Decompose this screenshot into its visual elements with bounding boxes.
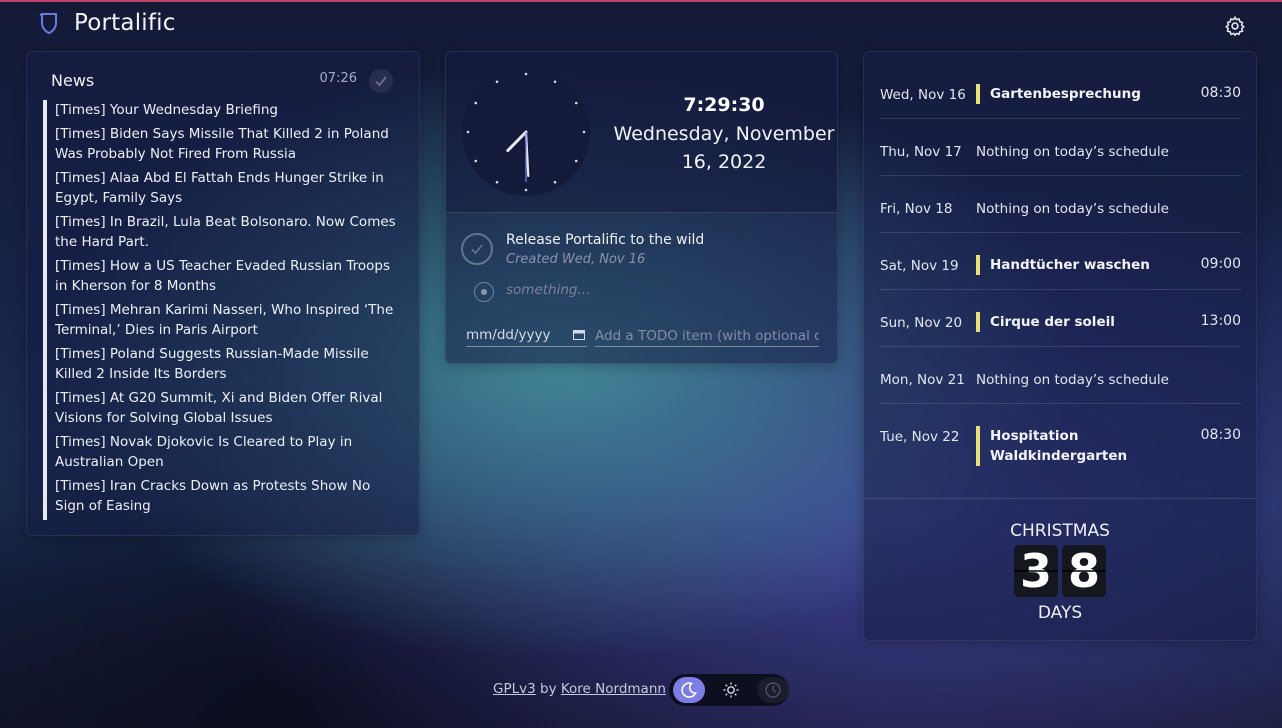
agenda-day: Wed, Nov 16 Gartenbesprechung 08:30 — [880, 62, 1241, 119]
news-item[interactable]: [Times] Your Wednesday Briefing — [55, 100, 399, 120]
agenda-event-time: 09:00 — [1200, 256, 1241, 272]
agenda-day: Tue, Nov 22 Hospitation Waldkindergarten 0… — [880, 404, 1241, 471]
countdown-label: CHRISTMAS — [1010, 521, 1110, 541]
clock-tick — [495, 180, 499, 184]
agenda-list: Wed, Nov 16 Gartenbesprechung 08:30 Thu, No… — [880, 62, 1241, 471]
agenda-day-label: Wed, Nov 16 — [880, 87, 966, 103]
agenda-day: Sun, Nov 20 Cirque der soleil 13:00 — [880, 290, 1241, 347]
clock-tick — [495, 80, 499, 84]
news-item[interactable]: [Times] Iran Cracks Down as Protests Sho… — [55, 476, 399, 516]
clock-tick — [524, 72, 528, 76]
news-item[interactable]: [Times] At G20 Summit, Xi and Biden Offe… — [55, 388, 399, 428]
agenda-day-label: Thu, Nov 17 — [880, 144, 962, 160]
news-title: News — [51, 71, 95, 90]
agenda-day: Mon, Nov 21 Nothing on today’s schedule — [880, 347, 1241, 404]
due-date-input[interactable]: mm/dd/yyyy — [466, 325, 587, 347]
agenda-empty: Nothing on today’s schedule — [976, 144, 1169, 160]
clock-area: 7:29:30 Wednesday, November 16, 2022 — [446, 52, 837, 213]
moon-icon — [681, 682, 697, 698]
clock-icon — [765, 682, 781, 698]
todo-item: Release Portalific to the wild Created W… — [461, 232, 821, 273]
agenda-day-label: Fri, Nov 18 — [880, 201, 953, 217]
shield-logo-icon — [39, 13, 57, 35]
news-item[interactable]: [Times] Biden Says Missile That Killed 2… — [55, 124, 399, 164]
footer-by: by — [540, 681, 557, 697]
countdown-digit-ones: 8 — [1062, 545, 1106, 597]
clock-tick — [474, 101, 478, 105]
todo-created-date: Created Wed, Nov 16 — [506, 252, 646, 267]
agenda-event[interactable]: Hospitation Waldkindergarten — [976, 426, 1176, 466]
todo-text: Release Portalific to the wild — [506, 232, 705, 248]
countdown-digit-tens: 3 — [1014, 545, 1058, 597]
agenda-empty: Nothing on today’s schedule — [976, 372, 1169, 388]
license-link[interactable]: GPLv3 — [493, 681, 536, 697]
agenda-event[interactable]: Cirque der soleil — [976, 312, 1176, 332]
author-link[interactable]: Kore Nordmann — [561, 681, 666, 697]
agenda-day: Fri, Nov 18 Nothing on today’s schedule — [880, 176, 1241, 233]
todo-new-placeholder: something... — [506, 282, 591, 298]
analog-clock — [462, 68, 590, 196]
agenda-event[interactable]: Gartenbesprechung — [976, 84, 1176, 104]
agenda-event[interactable]: Handtücher waschen — [976, 255, 1176, 275]
news-item[interactable]: [Times] Novak Djokovic Is Cleared to Pla… — [55, 432, 399, 472]
clock-tick — [574, 159, 578, 163]
todo-new-item: something... — [474, 281, 814, 303]
agenda-day: Sat, Nov 19 Handtücher waschen 09:00 — [880, 233, 1241, 290]
agenda-day-label: Sun, Nov 20 — [880, 315, 963, 331]
news-updated-time: 07:26 — [319, 71, 357, 86]
christmas-countdown: CHRISTMAS 3 8 DAYS — [864, 498, 1256, 640]
agenda-event-time: 08:30 — [1200, 427, 1241, 443]
clock-tick — [553, 80, 557, 84]
news-item[interactable]: [Times] Mehran Karimi Nasseri, Who Inspi… — [55, 300, 399, 340]
app-header: Portalific — [36, 10, 176, 36]
checkmark-icon — [471, 244, 483, 255]
news-item[interactable]: [Times] Poland Suggests Russian-Made Mis… — [55, 344, 399, 384]
news-item[interactable]: [Times] How a US Teacher Evaded Russian … — [55, 256, 399, 296]
due-date-placeholder: mm/dd/yyyy — [466, 327, 551, 343]
calendar-panel: Wed, Nov 16 Gartenbesprechung 08:30 Thu, No… — [863, 51, 1257, 641]
countdown-unit: DAYS — [1037, 603, 1083, 623]
agenda-day-label: Sat, Nov 19 — [880, 258, 959, 274]
agenda-event-time: 08:30 — [1200, 85, 1241, 101]
clock-tick — [474, 159, 478, 163]
clock-tick — [574, 101, 578, 105]
checkmark-icon — [375, 76, 387, 87]
gear-icon[interactable] — [1224, 15, 1246, 37]
agenda-day-label: Tue, Nov 22 — [880, 429, 960, 445]
theme-switch — [669, 674, 789, 706]
theme-dark-button[interactable] — [673, 677, 705, 703]
radio-dot-icon — [481, 289, 487, 295]
news-item[interactable]: [Times] Alaa Abd El Fattah Ends Hunger S… — [55, 168, 399, 208]
agenda-day-label: Mon, Nov 21 — [880, 372, 965, 388]
digital-time: 7:29:30 — [683, 94, 765, 116]
current-date: Wednesday, November 16, 2022 — [613, 123, 835, 173]
todo-new-radio[interactable] — [474, 282, 494, 302]
clock-tick — [582, 130, 586, 134]
clock-tick — [466, 130, 470, 134]
todo-add-input[interactable] — [595, 325, 819, 347]
sun-icon — [723, 682, 739, 698]
calendar-icon[interactable] — [573, 329, 585, 340]
footer: GPLv3 by Kore Nordmann — [493, 681, 666, 697]
news-panel: News 07:26 [Times] Your Wednesday Briefi… — [26, 51, 420, 536]
top-accent-line — [0, 0, 1282, 2]
mark-read-button[interactable] — [369, 69, 393, 93]
clock-todo-panel: 7:29:30 Wednesday, November 16, 2022 Rel… — [445, 51, 838, 364]
news-item[interactable]: [Times] In Brazil, Lula Beat Bolsonaro. … — [55, 212, 399, 252]
theme-auto-button[interactable] — [757, 677, 789, 703]
theme-light-button[interactable] — [715, 677, 747, 703]
clock-tick — [553, 180, 557, 184]
agenda-day: Thu, Nov 17 Nothing on today’s schedule — [880, 119, 1241, 176]
countdown-digits: 3 8 — [864, 545, 1256, 597]
todo-complete-button[interactable] — [461, 233, 493, 265]
agenda-event-time: 13:00 — [1200, 313, 1241, 329]
app-title: Portalific — [74, 10, 176, 36]
clock-tick — [524, 188, 528, 192]
agenda-empty: Nothing on today’s schedule — [976, 201, 1169, 217]
news-list: [Times] Your Wednesday Briefing [Times] B… — [43, 100, 399, 520]
